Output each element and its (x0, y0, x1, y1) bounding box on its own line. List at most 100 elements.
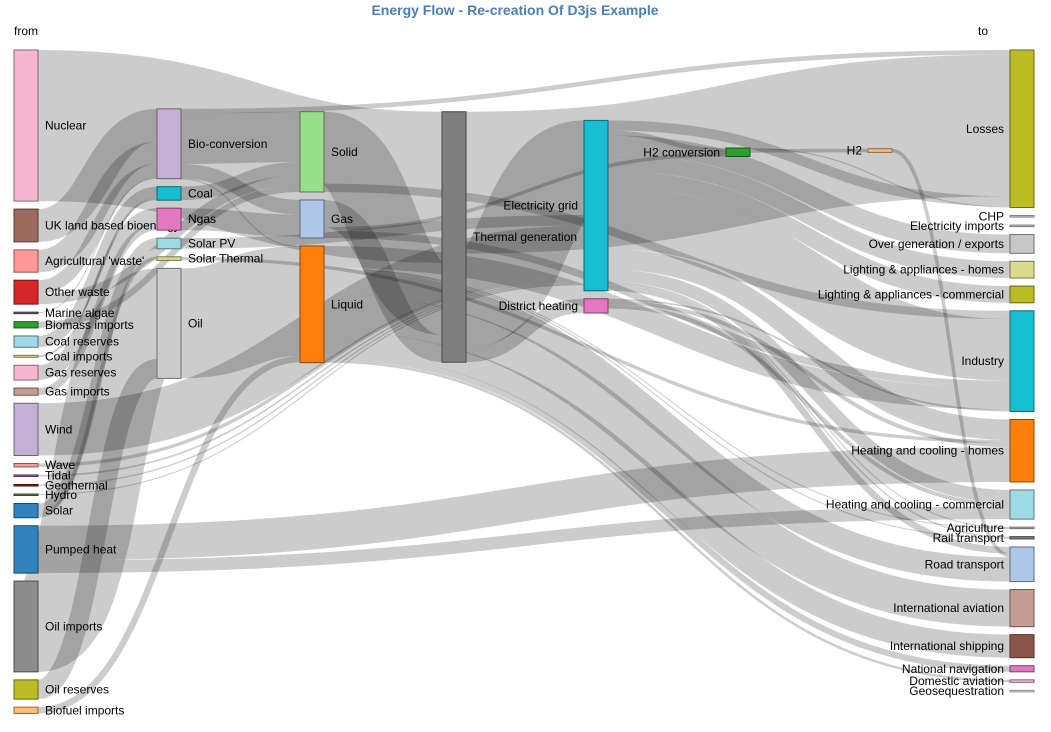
node-rect-district_heating[interactable] (583, 298, 609, 314)
node-label-oil_imports: Oil imports (45, 619, 102, 633)
node-rect-agri_waste[interactable] (13, 249, 39, 273)
node-rect-intl_aviation[interactable] (1009, 589, 1035, 628)
node-label-intl_aviation: International aviation (893, 601, 1004, 615)
node-rect-solar_pv[interactable] (156, 237, 182, 250)
node-label-heat_homes: Heating and cooling - homes (851, 444, 1004, 458)
node-label-agri_waste: Agricultural 'waste' (45, 254, 144, 268)
node-coal_reserves[interactable]: Coal reserves (13, 335, 119, 349)
node-rect-geoseq[interactable] (1009, 689, 1035, 693)
node-rect-thermal_gen[interactable] (441, 111, 467, 363)
node-rect-other_waste[interactable] (13, 279, 39, 305)
node-label-liquid: Liquid (331, 297, 363, 311)
node-label-coal_reserves: Coal reserves (45, 335, 119, 349)
node-label-heat_comm: Heating and cooling - commercial (826, 498, 1004, 512)
node-label-h2: H2 (847, 144, 863, 158)
node-rect-over_gen[interactable] (1009, 234, 1035, 254)
node-biomass_imports[interactable]: Biomass imports (13, 318, 134, 332)
node-biofuel_imports[interactable]: Biofuel imports (13, 703, 124, 717)
node-gas_reserves[interactable]: Gas reserves (13, 364, 116, 381)
node-label-solar_pv: Solar PV (188, 236, 235, 250)
node-rect-solar_thermal[interactable] (156, 256, 182, 261)
node-label-oil_reserves: Oil reserves (45, 683, 109, 697)
node-solar_pv[interactable]: Solar PV (156, 236, 235, 250)
node-label-bio_conversion: Bio-conversion (188, 137, 267, 151)
node-rect-domestic_aviation[interactable] (1009, 679, 1035, 683)
node-rect-gas_reserves[interactable] (13, 364, 39, 381)
node-label-nuclear: Nuclear (45, 119, 86, 133)
node-label-h2_conversion: H2 conversion (643, 145, 720, 159)
node-label-geoseq: Geosequestration (909, 684, 1004, 698)
node-rect-rail[interactable] (1009, 536, 1035, 540)
node-rect-biomass_imports[interactable] (13, 321, 39, 329)
node-rect-losses[interactable] (1009, 49, 1035, 209)
node-rect-wave[interactable] (13, 462, 39, 468)
node-geoseq[interactable]: Geosequestration (909, 684, 1035, 698)
node-rect-solid[interactable] (299, 111, 325, 193)
node-rect-h2_conversion[interactable] (725, 147, 751, 157)
node-elec_imports[interactable]: Electricity imports (910, 219, 1035, 233)
node-label-losses: Losses (966, 122, 1004, 136)
node-district_heating[interactable]: District heating (499, 298, 609, 314)
node-rect-elec_grid[interactable] (583, 119, 609, 292)
node-label-gas_reserves: Gas reserves (45, 366, 116, 380)
node-rect-oil_reserves[interactable] (13, 679, 39, 700)
node-coal_imports[interactable]: Coal imports (13, 349, 112, 363)
node-rect-h2[interactable] (867, 148, 893, 153)
sankey-diagram: NuclearUK land based bioenergyAgricultur… (13, 49, 1035, 717)
node-rect-oil_imports[interactable] (13, 580, 39, 673)
node-label-elec_imports: Electricity imports (910, 219, 1004, 233)
node-rect-national_nav[interactable] (1009, 665, 1035, 673)
node-rect-pumped_heat[interactable] (13, 525, 39, 574)
node-rect-bio_conversion[interactable] (156, 108, 182, 180)
links-group (16, 50, 1011, 714)
node-rect-heat_comm[interactable] (1009, 489, 1035, 520)
node-rect-wind[interactable] (13, 402, 39, 456)
node-label-light_homes: Lighting & appliances - homes (843, 263, 1004, 277)
node-rect-geothermal[interactable] (13, 484, 39, 487)
node-rect-biofuel_imports[interactable] (13, 706, 39, 714)
node-gas_imports[interactable]: Gas imports (13, 385, 110, 399)
node-rect-gas_imports[interactable] (13, 387, 39, 396)
node-hydro[interactable]: Hydro (13, 488, 77, 502)
node-rect-industry[interactable] (1009, 310, 1035, 412)
node-label-gas_imports: Gas imports (45, 385, 110, 399)
node-oil_reserves[interactable]: Oil reserves (13, 679, 109, 700)
node-rect-marine_algae[interactable] (13, 311, 39, 315)
node-label-other_waste: Other waste (45, 285, 110, 299)
node-label-biomass_imports: Biomass imports (45, 318, 134, 332)
node-rect-nuclear[interactable] (13, 49, 39, 202)
node-rect-uk_bio[interactable] (13, 208, 39, 243)
node-label-coal_imports: Coal imports (45, 349, 112, 363)
node-rect-elec_imports[interactable] (1009, 224, 1035, 228)
node-label-rail: Rail transport (933, 531, 1005, 545)
node-rect-road[interactable] (1009, 546, 1035, 583)
node-label-ngas: Ngas (188, 212, 216, 226)
node-rect-light_comm[interactable] (1009, 285, 1035, 304)
node-rect-ngas[interactable] (156, 207, 182, 231)
node-label-light_comm: Lighting & appliances - commercial (818, 287, 1004, 301)
node-label-solar: Solar (45, 504, 73, 518)
node-label-coal: Coal (188, 186, 213, 200)
node-rail[interactable]: Rail transport (933, 531, 1035, 545)
node-rect-gas[interactable] (299, 199, 325, 239)
node-rect-chp[interactable] (1009, 215, 1035, 218)
node-rect-tidal[interactable] (13, 474, 39, 478)
node-label-solar_thermal: Solar Thermal (188, 252, 263, 266)
node-rect-coal[interactable] (156, 186, 182, 201)
node-rect-solar[interactable] (13, 503, 39, 519)
node-rect-oil[interactable] (156, 267, 182, 379)
node-rect-intl_shipping[interactable] (1009, 634, 1035, 659)
node-label-elec_grid: Electricity grid (503, 199, 578, 213)
node-rect-light_homes[interactable] (1009, 260, 1035, 279)
node-label-road: Road transport (925, 557, 1005, 571)
node-rect-heat_homes[interactable] (1009, 418, 1035, 483)
node-rect-hydro[interactable] (13, 493, 39, 497)
node-light_comm[interactable]: Lighting & appliances - commercial (818, 285, 1035, 304)
node-label-thermal_gen: Thermal generation (473, 230, 577, 244)
node-rect-coal_reserves[interactable] (13, 335, 39, 348)
node-rect-coal_imports[interactable] (13, 354, 39, 358)
node-label-gas: Gas (331, 212, 353, 226)
node-rect-agriculture[interactable] (1009, 526, 1035, 530)
node-label-district_heating: District heating (499, 299, 578, 313)
node-rect-liquid[interactable] (299, 245, 325, 364)
